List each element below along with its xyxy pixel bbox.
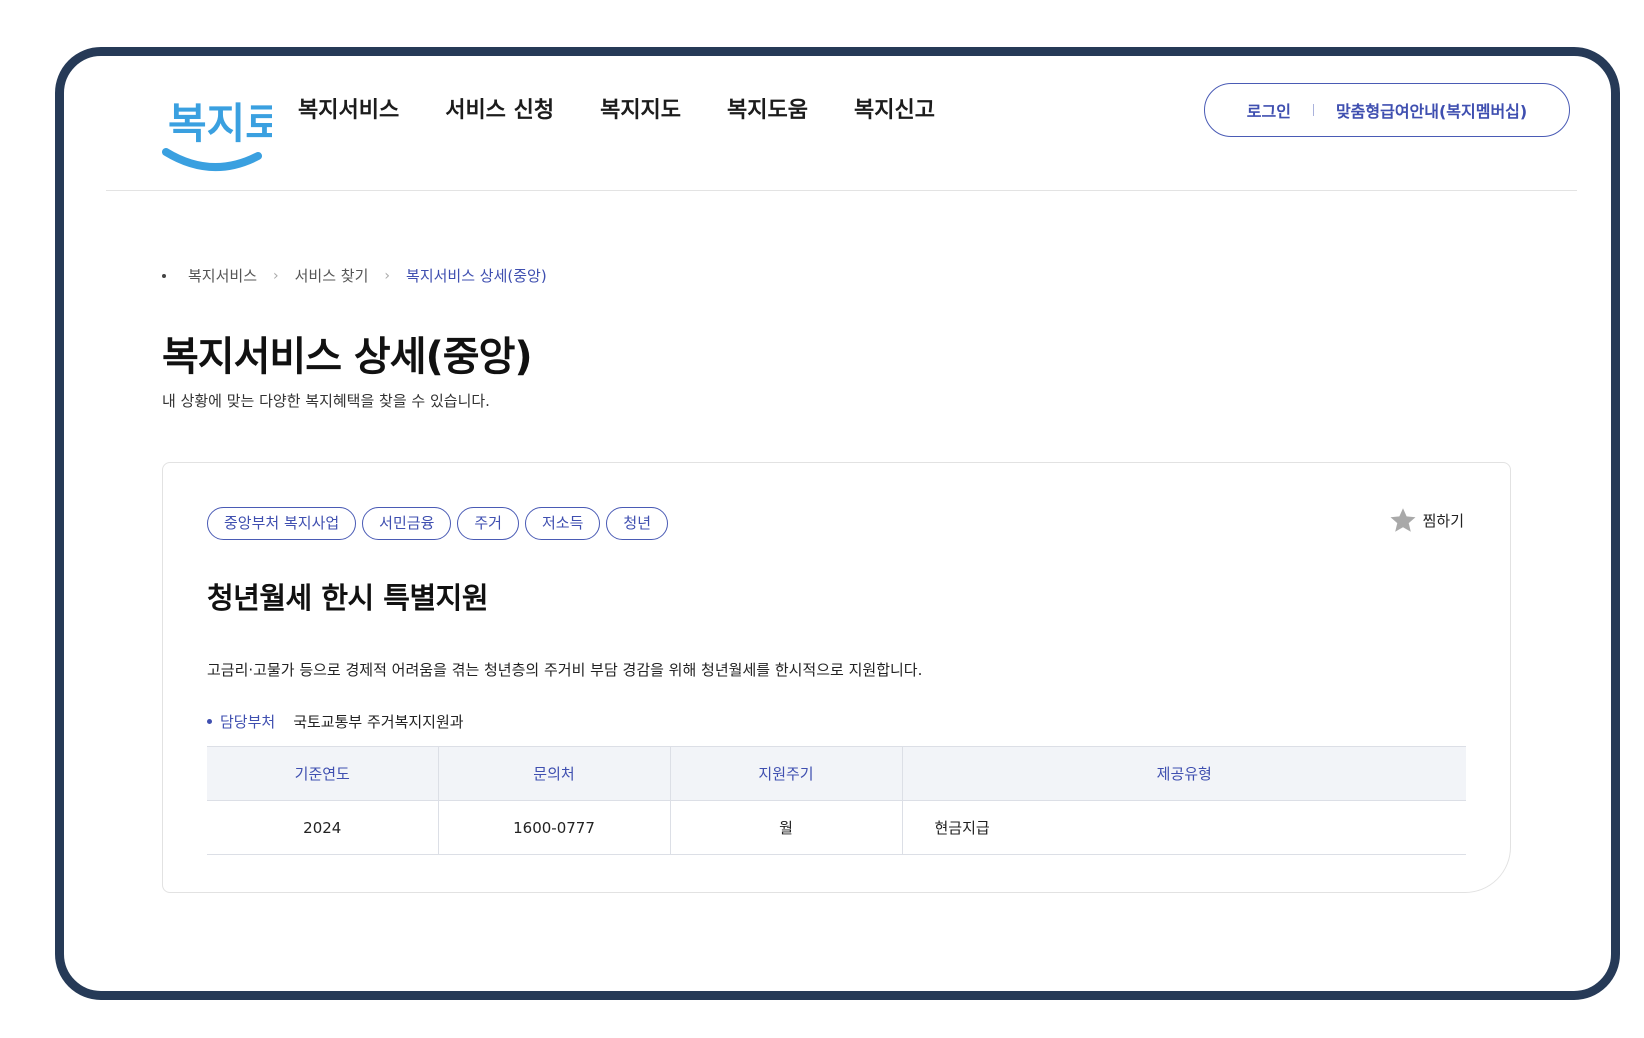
tag-central-ministry[interactable]: 중앙부처 복지사업: [207, 507, 357, 540]
breadcrumb-item-service-find[interactable]: 서비스 찾기: [295, 265, 369, 286]
tag-housing[interactable]: 주거: [457, 507, 519, 540]
header-support-cycle: 지원주기: [670, 746, 903, 801]
util-menu: 로그인 맞춤형급여안내(복지멤버십): [1204, 83, 1570, 137]
app-window: 복지로 복지서비스 서비스 신청 복지지도 복지도움 복지신고 로그인 맞춤형급…: [55, 47, 1620, 1000]
chevron-right-icon: ›: [273, 267, 279, 284]
cell-base-year: 2024: [207, 800, 439, 855]
logo-icon: 복지로: [162, 99, 284, 172]
department-bullet: [207, 719, 212, 724]
header-provision-type: 제공유형: [902, 746, 1466, 801]
cell-support-cycle: 월: [670, 800, 903, 855]
service-tags: 중앙부처 복지사업 서민금융 주거 저소득 청년: [207, 507, 668, 540]
page-description: 내 상황에 맞는 다양한 복지혜택을 찾을 수 있습니다.: [162, 392, 490, 410]
cell-contact: 1600-0777: [438, 800, 671, 855]
nav-welfare-report[interactable]: 복지신고: [854, 96, 935, 126]
service-detail-card: 중앙부처 복지사업 서민금융 주거 저소득 청년 찜하기 청년월세 한시 특별지…: [162, 462, 1511, 893]
breadcrumb-home-dot: [162, 273, 166, 278]
nav-welfare-map[interactable]: 복지지도: [600, 96, 681, 126]
main-nav: 복지서비스 서비스 신청 복지지도 복지도움 복지신고: [298, 96, 981, 126]
star-icon: [1390, 508, 1416, 532]
chevron-right-icon: ›: [384, 267, 391, 284]
department-label: 담당부처: [220, 713, 276, 731]
service-description: 고금리·고물가 등으로 경제적 어려움을 겪는 청년층의 주거비 부담 경감을 …: [207, 661, 923, 679]
breadcrumb-item-welfare-service[interactable]: 복지서비스: [188, 265, 257, 286]
bookmark-label: 찜하기: [1422, 512, 1464, 530]
tag-low-income[interactable]: 저소득: [524, 507, 601, 540]
cell-provision-type: 현금지급: [902, 800, 1466, 855]
service-info-table: 기준연도 문의처 지원주기 제공유형 2024 1600-0777 월 현금지급: [207, 746, 1466, 855]
header-divider: [106, 190, 1577, 191]
header-contact: 문의처: [438, 746, 671, 801]
nav-welfare-service[interactable]: 복지서비스: [298, 96, 399, 126]
bokjiro-logo[interactable]: 복지로: [162, 82, 284, 178]
membership-link[interactable]: 맞춤형급여안내(복지멤버십): [1336, 98, 1527, 122]
nav-service-apply[interactable]: 서비스 신청: [445, 96, 554, 126]
table-header-row: 기준연도 문의처 지원주기 제공유형: [207, 746, 1466, 801]
service-title: 청년월세 한시 특별지원: [207, 581, 489, 615]
breadcrumb: 복지서비스 › 서비스 찾기 › 복지서비스 상세(중앙): [162, 265, 547, 286]
table-row: 2024 1600-0777 월 현금지급: [207, 800, 1466, 855]
logo-text: 복지로: [168, 99, 272, 148]
header-base-year: 기준연도: [207, 746, 439, 801]
department-value: 국토교통부 주거복지지원과: [293, 713, 464, 731]
nav-welfare-help[interactable]: 복지도움: [727, 96, 808, 126]
department-info: 담당부처 국토교통부 주거복지지원과: [207, 711, 464, 732]
util-divider: [1312, 104, 1314, 116]
tag-finance[interactable]: 서민금융: [362, 507, 452, 540]
page-title: 복지서비스 상세(중앙): [162, 334, 533, 380]
login-link[interactable]: 로그인: [1247, 98, 1291, 122]
tag-youth[interactable]: 청년: [606, 507, 668, 540]
breadcrumb-current: 복지서비스 상세(중앙): [406, 267, 547, 285]
bookmark-button[interactable]: 찜하기: [1389, 507, 1464, 534]
